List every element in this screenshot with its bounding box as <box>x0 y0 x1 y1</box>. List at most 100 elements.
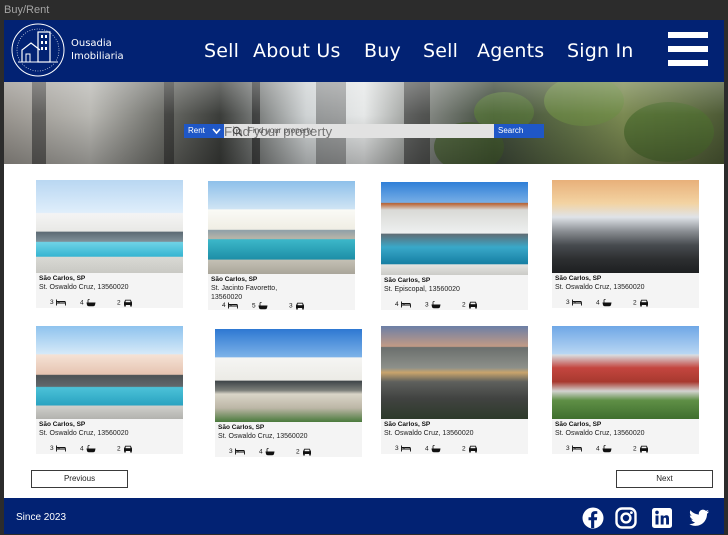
bed-icon <box>226 302 238 309</box>
listing-card[interactable]: São Carlos, SP St. Oswaldo Cruz, 13560020… <box>215 329 362 457</box>
listing-city: São Carlos, SP <box>384 421 431 428</box>
listing-beds: 4 <box>222 302 238 309</box>
nav-sign-in[interactable]: Sign In <box>567 40 634 62</box>
search-button[interactable]: Search <box>494 124 544 138</box>
listing-photo[interactable] <box>381 326 528 419</box>
listing-beds: 3 <box>229 448 245 455</box>
listing-address: St. Jacinto Favoretto, 13560020 <box>211 285 278 301</box>
brand-line-1: Ousadia <box>71 38 112 49</box>
listing-baths: 5 <box>252 302 268 310</box>
listing-beds: 4 <box>395 301 411 308</box>
listing-baths: 4 <box>596 445 612 453</box>
nav-about-us[interactable]: About Us <box>253 40 341 62</box>
listing-beds: 3 <box>50 299 66 306</box>
bathtub-icon <box>256 302 268 310</box>
listing-address: St. Episcopal, 13560020 <box>384 286 460 293</box>
car-icon <box>637 445 649 453</box>
car-icon <box>637 299 649 307</box>
listing-photo[interactable] <box>552 326 699 419</box>
listing-baths: 4 <box>80 445 96 453</box>
car-icon <box>466 445 478 453</box>
listing-address: St. Oswaldo Cruz, 13560020 <box>555 430 645 437</box>
listing-beds: 3 <box>566 445 582 452</box>
hamburger-menu-icon[interactable] <box>668 32 708 68</box>
bed-icon <box>233 448 245 455</box>
listing-baths: 4 <box>80 299 96 307</box>
car-icon <box>293 302 305 310</box>
bathtub-icon <box>84 299 96 307</box>
nav-agents[interactable]: Agents <box>477 40 544 62</box>
listing-address: St. Oswaldo Cruz, 13560020 <box>39 430 129 437</box>
listing-garage: 2 <box>296 448 312 456</box>
bed-icon <box>54 445 66 452</box>
car-icon <box>121 299 133 307</box>
listing-garage: 3 <box>289 302 305 310</box>
bathtub-icon <box>600 299 612 307</box>
chevron-down-icon <box>212 128 221 135</box>
listing-garage: 2 <box>633 299 649 307</box>
listing-card[interactable]: São Carlos, SP St. Oswaldo Cruz, 13560020… <box>552 180 699 308</box>
page: Ousadia Imobiliaria Sell About Us Buy Se… <box>4 20 724 534</box>
rent-dropdown-value: Rent <box>188 126 205 135</box>
search-icon <box>232 126 243 137</box>
listing-beds: 3 <box>566 299 582 306</box>
linkedin-icon[interactable] <box>651 507 673 529</box>
search-bar: Rent Find your property Search <box>184 124 544 138</box>
listing-card[interactable]: São Carlos, SP St. Oswaldo Cruz, 13560020… <box>36 326 183 454</box>
since-text: Since 2023 <box>16 512 67 523</box>
listing-city: São Carlos, SP <box>218 424 265 431</box>
listing-photo[interactable] <box>36 326 183 419</box>
twitter-icon[interactable] <box>688 507 710 529</box>
logo-icon[interactable] <box>10 22 66 78</box>
brand-name[interactable]: Ousadia Imobiliaria <box>71 37 124 63</box>
listing-city: São Carlos, SP <box>39 421 86 428</box>
nav-buy[interactable]: Buy <box>364 40 401 62</box>
listing-photo[interactable] <box>208 181 355 274</box>
listing-card[interactable]: São Carlos, SP St. Oswaldo Cruz, 13560020… <box>552 326 699 454</box>
listing-garage: 2 <box>462 445 478 453</box>
bed-icon <box>570 299 582 306</box>
bed-icon <box>570 445 582 452</box>
listing-garage: 2 <box>462 301 478 309</box>
bathtub-icon <box>263 448 275 456</box>
listing-beds: 3 <box>395 445 411 452</box>
bed-icon <box>399 445 411 452</box>
listing-baths: 4 <box>425 445 441 453</box>
search-placeholder: Find your property <box>248 126 313 135</box>
header: Ousadia Imobiliaria Sell About Us Buy Se… <box>4 20 724 82</box>
listing-card[interactable]: São Carlos, SP St. Oswaldo Cruz, 13560020… <box>36 180 183 308</box>
frame-label: Buy/Rent <box>4 4 50 16</box>
car-icon <box>466 301 478 309</box>
rent-dropdown[interactable]: Rent <box>184 124 224 138</box>
bed-icon <box>399 301 411 308</box>
next-button[interactable]: Next <box>616 470 713 488</box>
bathtub-icon <box>600 445 612 453</box>
listing-garage: 2 <box>117 445 133 453</box>
listing-city: São Carlos, SP <box>555 275 602 282</box>
listing-address: St. Oswaldo Cruz, 13560020 <box>384 430 474 437</box>
listing-photo[interactable] <box>381 182 528 275</box>
brand-line-2: Imobiliaria <box>71 51 124 62</box>
listing-card[interactable]: São Carlos, SP St. Jacinto Favoretto, 135… <box>208 181 355 310</box>
nav-sell[interactable]: Sell <box>204 40 239 62</box>
listing-baths: 4 <box>259 448 275 456</box>
instagram-icon[interactable] <box>615 507 637 529</box>
footer: Since 2023 <box>4 498 724 534</box>
bathtub-icon <box>84 445 96 453</box>
listing-garage: 2 <box>633 445 649 453</box>
bed-icon <box>54 299 66 306</box>
listing-photo[interactable] <box>552 180 699 273</box>
listing-baths: 4 <box>596 299 612 307</box>
listing-card[interactable]: São Carlos, SP St. Oswaldo Cruz, 13560020… <box>381 326 528 454</box>
listing-garage: 2 <box>117 299 133 307</box>
previous-button[interactable]: Previous <box>31 470 128 488</box>
bathtub-icon <box>429 445 441 453</box>
facebook-icon[interactable] <box>582 507 604 529</box>
nav-sell-secondary[interactable]: Sell <box>423 40 458 62</box>
listing-photo[interactable] <box>215 329 362 422</box>
listing-baths: 3 <box>425 301 441 309</box>
listing-city: São Carlos, SP <box>211 276 258 283</box>
listing-card[interactable]: São Carlos, SP St. Episcopal, 13560020 4 3 2 <box>381 182 528 310</box>
listing-photo[interactable] <box>36 180 183 273</box>
listing-city: São Carlos, SP <box>555 421 602 428</box>
